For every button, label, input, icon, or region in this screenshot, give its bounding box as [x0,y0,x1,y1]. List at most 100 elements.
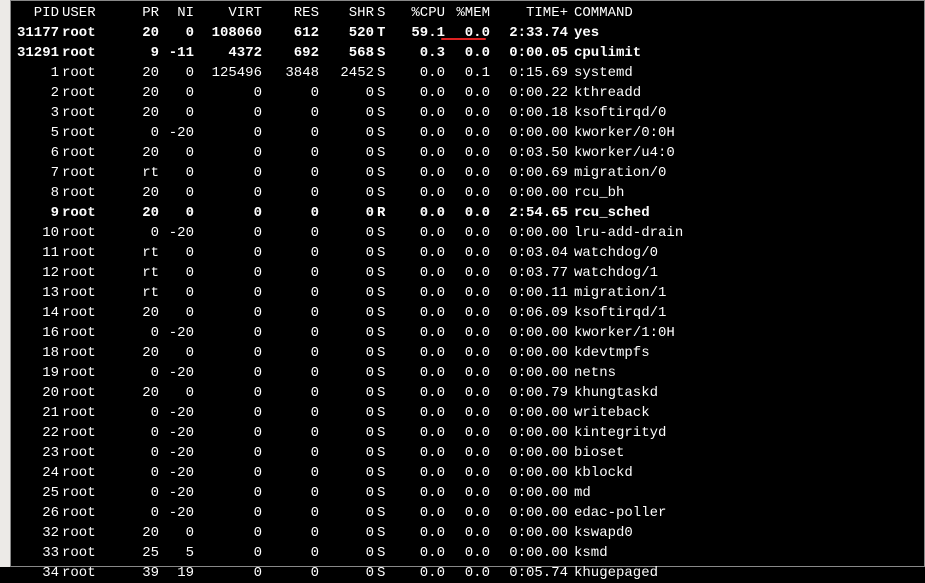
cell-cmd: rcu_sched [568,203,650,223]
cell-cmd: kintegrityd [568,423,666,443]
table-row: 14root200000S0.00.00:06.09ksoftirqd/1 [11,303,924,323]
cell-cmd: cpulimit [568,43,641,63]
cell-mem: 0.0 [445,563,490,583]
cell-shr: 0 [319,243,374,263]
cell-res: 0 [262,543,319,563]
cell-ni: 0 [159,343,194,363]
cell-time: 0:03.77 [490,263,568,283]
cell-ni: 0 [159,163,194,183]
cell-time: 0:00.22 [490,83,568,103]
cell-user: root [59,183,117,203]
cell-mem: 0.0 [445,203,490,223]
cell-user: root [59,483,117,503]
cell-pr: 0 [117,503,159,523]
cell-virt: 0 [194,283,262,303]
cell-user: root [59,343,117,363]
header-pr: PR [117,3,159,23]
cell-cmd: bioset [568,443,624,463]
cell-mem: 0.0 [445,123,490,143]
cell-cpu: 0.0 [395,403,445,423]
cell-user: root [59,203,117,223]
cell-cpu: 0.0 [395,343,445,363]
cell-virt: 0 [194,263,262,283]
cell-shr: 0 [319,263,374,283]
cell-s: S [374,483,395,503]
cell-cmd: kblockd [568,463,633,483]
cell-s: S [374,463,395,483]
cell-time: 2:33.74 [490,23,568,43]
cell-s: T [374,23,395,43]
cell-pid: 3 [11,103,59,123]
cell-s: S [374,123,395,143]
cell-s: S [374,423,395,443]
cell-mem: 0.0 [445,403,490,423]
cell-pid: 24 [11,463,59,483]
cell-res: 0 [262,123,319,143]
header-s: S [374,3,395,23]
cell-user: root [59,143,117,163]
cell-time: 0:05.74 [490,563,568,583]
table-row: 9root200000R0.00.02:54.65rcu_sched [11,203,924,223]
cell-time: 0:00.18 [490,103,568,123]
cell-mem: 0.0 [445,303,490,323]
cell-s: S [374,83,395,103]
cell-user: root [59,103,117,123]
cell-virt: 0 [194,83,262,103]
cell-s: S [374,143,395,163]
cell-pid: 21 [11,403,59,423]
cell-ni: 0 [159,143,194,163]
cell-res: 0 [262,263,319,283]
process-table: PIDUSERPRNIVIRTRESSHRS%CPU%MEMTIME+COMMA… [11,1,924,583]
cell-s: S [374,503,395,523]
cell-time: 0:00.00 [490,223,568,243]
cell-cpu: 0.0 [395,103,445,123]
terminal[interactable]: PIDUSERPRNIVIRTRESSHRS%CPU%MEMTIME+COMMA… [10,0,925,567]
header-res: RES [262,3,319,23]
cell-ni: 0 [159,83,194,103]
cell-cpu: 0.0 [395,63,445,83]
table-row: 2root200000S0.00.00:00.22kthreadd [11,83,924,103]
cell-s: S [374,183,395,203]
cell-time: 0:00.69 [490,163,568,183]
table-row: 18root200000S0.00.00:00.00kdevtmpfs [11,343,924,363]
cell-cpu: 0.0 [395,223,445,243]
cell-shr: 0 [319,163,374,183]
cell-cpu: 0.0 [395,383,445,403]
cell-pr: rt [117,283,159,303]
cell-time: 0:00.00 [490,443,568,463]
cell-s: S [374,363,395,383]
cell-pid: 7 [11,163,59,183]
cell-time: 0:00.00 [490,543,568,563]
cell-cpu: 0.0 [395,203,445,223]
cell-res: 0 [262,303,319,323]
cell-time: 0:00.00 [490,463,568,483]
cell-cmd: lru-add-drain [568,223,683,243]
cell-user: root [59,463,117,483]
cell-pr: rt [117,163,159,183]
cell-cmd: kworker/0:0H [568,123,675,143]
cell-user: root [59,163,117,183]
cell-cmd: migration/0 [568,163,666,183]
cell-user: root [59,43,117,63]
cell-pr: 20 [117,63,159,83]
cell-time: 0:03.50 [490,143,568,163]
cell-shr: 0 [319,123,374,143]
cell-res: 0 [262,143,319,163]
cell-cpu: 0.0 [395,123,445,143]
cell-mem: 0.0 [445,43,490,63]
cell-time: 0:00.79 [490,383,568,403]
cell-mem: 0.0 [445,223,490,243]
cell-cpu: 0.0 [395,463,445,483]
cell-s: S [374,343,395,363]
cell-s: S [374,63,395,83]
cell-pr: 20 [117,23,159,43]
cell-s: S [374,103,395,123]
cell-pr: 20 [117,383,159,403]
cell-user: root [59,423,117,443]
table-header-row: PIDUSERPRNIVIRTRESSHRS%CPU%MEMTIME+COMMA… [11,3,924,23]
cell-time: 2:54.65 [490,203,568,223]
cell-cpu: 0.0 [395,363,445,383]
cell-res: 0 [262,483,319,503]
cell-shr: 0 [319,103,374,123]
cell-pid: 6 [11,143,59,163]
